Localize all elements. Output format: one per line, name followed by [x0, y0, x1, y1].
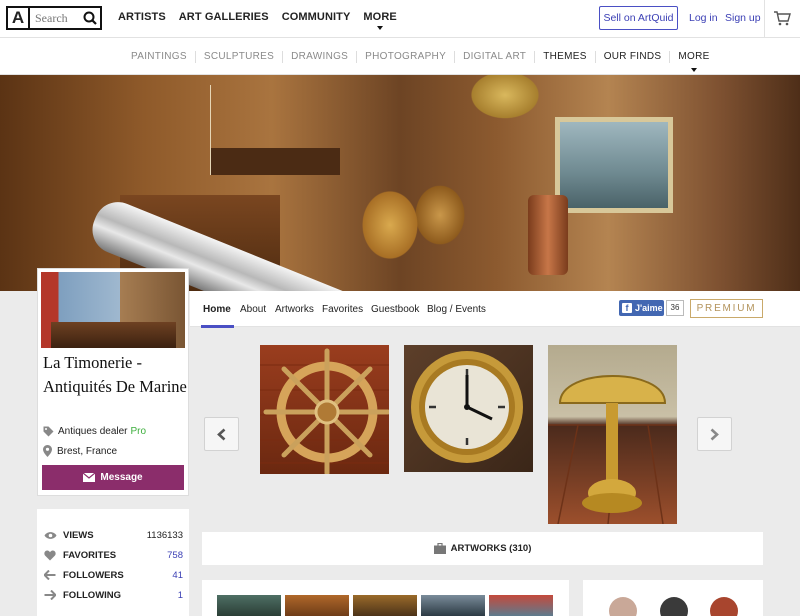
facebook-like-label: J'aime [635, 303, 663, 313]
eye-icon [43, 529, 57, 541]
active-tab-indicator [201, 325, 234, 328]
avatar[interactable] [41, 272, 185, 348]
cart-icon[interactable] [773, 10, 791, 26]
arrow-right-icon [43, 589, 57, 601]
stat-views: VIEWS 1136133 [43, 525, 183, 545]
login-link[interactable]: Log in [689, 12, 718, 24]
stats-panel: VIEWS 1136133 FAVORITES 758 FOLLOWERS 41… [37, 509, 189, 616]
stat-views-label: VIEWS [63, 529, 94, 541]
category-themes[interactable]: THEMES [534, 51, 594, 63]
stat-followers[interactable]: FOLLOWERS 41 [43, 565, 183, 585]
category-our-finds[interactable]: OUR FINDS [594, 51, 670, 63]
artwork-thumbnail[interactable] [489, 595, 553, 616]
artwork-thumbnail[interactable] [421, 595, 485, 616]
carousel-prev-button[interactable] [204, 417, 239, 451]
carousel-next-button[interactable] [697, 417, 732, 451]
profile-location-label: Brest, France [57, 445, 118, 457]
stat-following[interactable]: FOLLOWING 1 [43, 585, 183, 605]
main-nav: ARTISTS ART GALLERIES COMMUNITY MORE [118, 11, 397, 30]
category-drawings[interactable]: DRAWINGS [282, 51, 356, 63]
heart-icon [43, 549, 57, 561]
nav-more[interactable]: MORE [363, 11, 397, 30]
tab-favorites[interactable]: Favorites [322, 304, 363, 315]
profile-card: La Timonerie - Antiquités De Marine Anti… [37, 268, 189, 496]
brass-lamp-image [548, 375, 677, 524]
stat-followers-value[interactable]: 41 [172, 570, 183, 581]
search-icon[interactable] [80, 8, 100, 28]
tab-blog-events[interactable]: Blog / Events [427, 304, 486, 315]
briefcase-icon [433, 543, 446, 554]
nav-community[interactable]: COMMUNITY [282, 11, 351, 23]
premium-badge: PREMIUM [690, 299, 763, 318]
cover-banner [0, 75, 800, 291]
artwork-thumbnail[interactable] [353, 595, 417, 616]
nav-art-galleries[interactable]: ART GALLERIES [179, 11, 269, 23]
stat-following-label: FOLLOWING [63, 589, 122, 601]
banner-lantern [528, 195, 568, 275]
message-button[interactable]: Message [42, 465, 184, 490]
stat-following-value[interactable]: 1 [178, 590, 183, 601]
profile-location: Brest, France [43, 445, 117, 457]
category-digital-art[interactable]: DIGITAL ART [454, 51, 534, 63]
sell-button[interactable]: Sell on ArtQuid [599, 6, 678, 30]
category-more[interactable]: MORE [669, 51, 717, 72]
message-button-label: Message [100, 472, 143, 483]
location-pin-icon [43, 445, 52, 457]
logo-search-box[interactable]: A Search [6, 6, 102, 30]
banner-painting [555, 117, 673, 213]
avatar-boat [51, 322, 176, 348]
artwork-brass-clock[interactable] [404, 345, 533, 472]
header-divider [764, 0, 765, 38]
envelope-icon [83, 473, 96, 482]
artwork-ships-wheel[interactable] [260, 345, 389, 474]
stat-favorites[interactable]: FAVORITES 758 [43, 545, 183, 565]
category-sculptures[interactable]: SCULPTURES [194, 51, 282, 63]
tab-guestbook[interactable]: Guestbook [371, 304, 419, 315]
facebook-like-button[interactable]: f J'aime [619, 300, 664, 316]
chevron-left-icon [217, 428, 226, 441]
artworks-bar[interactable]: ARTWORKS (310) [202, 532, 763, 565]
brass-clock-image [411, 351, 523, 463]
artwork-thumbnail[interactable] [217, 595, 281, 616]
ships-wheel-image [260, 348, 389, 474]
arrow-left-icon [43, 569, 57, 581]
tab-artworks[interactable]: Artworks [275, 304, 314, 315]
stat-favorites-value[interactable]: 758 [167, 550, 183, 561]
profile-role: Antiques dealer Pro [43, 426, 146, 437]
tab-home[interactable]: Home [203, 304, 231, 315]
profile-name: La Timonerie - Antiquités De Marine [43, 353, 187, 396]
category-photography[interactable]: PHOTOGRAPHY [356, 51, 454, 63]
nav-artists[interactable]: ARTISTS [118, 11, 166, 23]
category-nav: PAINTINGS SCULPTURES DRAWINGS PHOTOGRAPH… [131, 51, 718, 72]
search-input[interactable]: Search [30, 8, 80, 28]
facebook-like-count: 36 [666, 300, 684, 316]
artworks-count: ARTWORKS (310) [450, 543, 532, 554]
artwork-thumbnail[interactable] [285, 595, 349, 616]
top-bar: A Search ARTISTS ART GALLERIES COMMUNITY… [0, 0, 800, 38]
stat-favorites-label: FAVORITES [63, 549, 117, 561]
signup-link[interactable]: Sign up [725, 12, 761, 24]
artquid-logo[interactable]: A [8, 8, 30, 28]
stat-followers-label: FOLLOWERS [63, 569, 124, 581]
chevron-right-icon [710, 428, 719, 441]
pro-badge: Pro [130, 426, 147, 437]
tab-about[interactable]: About [240, 304, 266, 315]
profile-role-label: Antiques dealer [58, 426, 128, 437]
facebook-icon: f [622, 303, 632, 313]
category-paintings[interactable]: PAINTINGS [131, 51, 195, 63]
stat-views-value: 1136133 [146, 529, 183, 541]
banner-ship-model [210, 85, 340, 175]
artwork-brass-lamp[interactable] [548, 345, 677, 524]
tag-icon [43, 426, 54, 437]
category-bar: PAINTINGS SCULPTURES DRAWINGS PHOTOGRAPH… [0, 38, 800, 75]
